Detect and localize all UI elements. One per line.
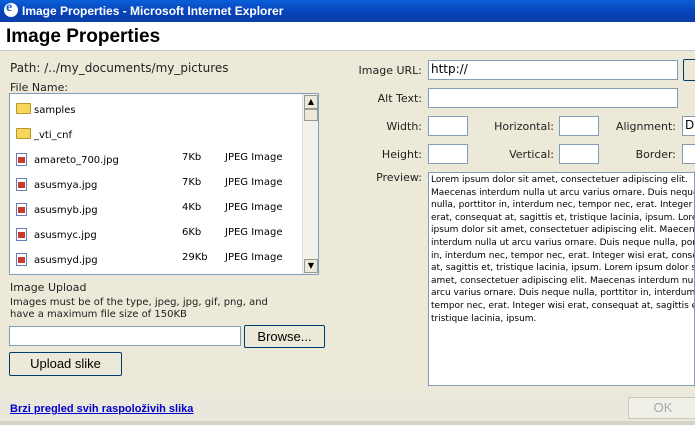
height-input[interactable] [428, 144, 468, 164]
file-type: JPEG Image [225, 177, 283, 188]
path-label: Path: /../my_documents/my_pictures [10, 61, 229, 75]
file-size: 6Kb [182, 227, 202, 238]
file-name: amareto_700.jpg [34, 155, 119, 166]
file-name: asusmyd.jpg [34, 255, 98, 266]
window-titlebar[interactable]: Image Properties - Microsoft Internet Ex… [0, 0, 695, 22]
preview-label: Preview: [376, 171, 422, 184]
window-bottom-edge [0, 421, 695, 425]
file-row-asusmya[interactable]: asusmya.jpg 7Kb JPEG Image [10, 173, 302, 198]
folder-icon [16, 103, 31, 114]
border-input[interactable] [682, 144, 695, 164]
file-size: 7Kb [182, 152, 202, 163]
file-row-asusmyd[interactable]: asusmyd.jpg 29Kb JPEG Image [10, 248, 302, 273]
upload-image-button[interactable]: Upload slike [9, 352, 122, 376]
height-label: Height: [381, 148, 422, 161]
scrollbar-thumb[interactable] [304, 109, 318, 121]
file-row-asusmyb[interactable]: asusmyb.jpg 4Kb JPEG Image [10, 198, 302, 223]
upload-file-input[interactable] [9, 326, 241, 346]
scroll-up-arrow-icon[interactable]: ▲ [304, 95, 318, 109]
file-size: 4Kb [182, 202, 202, 213]
dialog-title: Image Properties [6, 26, 161, 47]
file-type: JPEG Image [225, 152, 283, 163]
upload-note-line2: have a maximum file size of 150KB [10, 309, 187, 320]
file-size: 7Kb [182, 177, 202, 188]
image-file-icon [16, 253, 27, 266]
width-label: Width: [386, 120, 422, 133]
horizontal-input[interactable] [559, 116, 599, 136]
file-row-samples[interactable]: samples [10, 98, 302, 123]
image-file-icon [16, 203, 27, 216]
browse-all-images-link[interactable]: Brzi pregled svih raspoloživih slika [10, 403, 193, 415]
browse-button[interactable]: Browse... [244, 325, 325, 348]
alt-text-label: Alt Text: [377, 92, 422, 105]
file-name: asusmya.jpg [34, 180, 98, 191]
ok-button[interactable]: OK [628, 397, 695, 419]
file-name: samples [34, 105, 76, 116]
folder-icon [16, 128, 31, 139]
vertical-input[interactable] [559, 144, 599, 164]
horizontal-label: Horizontal: [494, 120, 554, 133]
image-url-label: Image URL: [358, 64, 422, 77]
image-upload-label: Image Upload [10, 281, 87, 294]
alignment-label: Alignment: [615, 120, 676, 133]
file-type: JPEG Image [225, 202, 283, 213]
upload-note-line1: Images must be of the type, jpeg, jpg, g… [10, 297, 268, 308]
alignment-select[interactable]: D [682, 116, 695, 136]
image-url-input[interactable]: http:// [428, 60, 678, 80]
internet-explorer-icon [4, 0, 18, 17]
image-file-icon [16, 153, 27, 166]
file-type: JPEG Image [225, 227, 283, 238]
file-size: 29Kb [182, 252, 208, 263]
window-title: Image Properties - Microsoft Internet Ex… [22, 4, 284, 18]
file-name: asusmyc.jpg [34, 230, 97, 241]
vertical-label: Vertical: [509, 148, 554, 161]
image-file-icon [16, 178, 27, 191]
width-input[interactable] [428, 116, 468, 136]
image-url-browse-button[interactable] [683, 59, 695, 81]
file-row-vti-cnf[interactable]: _vti_cnf [10, 123, 302, 148]
file-row-asusmyc[interactable]: asusmyc.jpg 6Kb JPEG Image [10, 223, 302, 248]
file-name: _vti_cnf [34, 130, 72, 141]
file-list[interactable]: samples _vti_cnf amareto_700.jpg 7Kb JPE… [9, 93, 319, 275]
scroll-down-arrow-icon[interactable]: ▼ [304, 259, 318, 273]
dialog-header: Image Properties [0, 22, 695, 51]
file-row-amareto[interactable]: amareto_700.jpg 7Kb JPEG Image [10, 148, 302, 173]
file-type: JPEG Image [225, 252, 283, 263]
image-preview-area: Lorem ipsum dolor sit amet, consectetuer… [428, 172, 695, 386]
alt-text-input[interactable] [428, 88, 678, 108]
image-file-icon [16, 228, 27, 241]
file-name: asusmyb.jpg [34, 205, 98, 216]
preview-text: Lorem ipsum dolor sit amet, consectetuer… [431, 175, 695, 324]
file-list-scrollbar[interactable]: ▲ ▼ [302, 94, 318, 274]
border-label: Border: [635, 148, 676, 161]
